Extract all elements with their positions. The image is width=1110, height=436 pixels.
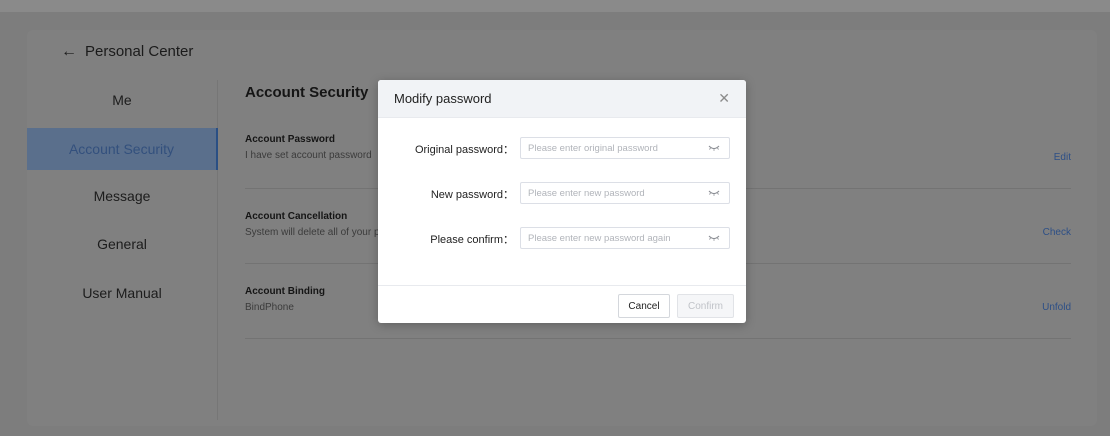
- field-label: New password：: [430, 189, 514, 201]
- field-label: Original password：: [414, 144, 514, 156]
- confirm-password-field: Please confirm：: [378, 227, 746, 249]
- dialog-title: Modify password: [394, 91, 492, 106]
- cancel-button[interactable]: Cancel: [618, 294, 670, 318]
- confirm-password-input-wrapper: [520, 227, 730, 249]
- dialog-footer: Cancel Confirm: [378, 285, 746, 323]
- eye-closed-icon[interactable]: [708, 188, 720, 198]
- field-label: Please confirm：: [430, 234, 514, 246]
- new-password-input[interactable]: [521, 183, 691, 204]
- original-password-input-wrapper: [520, 137, 730, 159]
- eye-closed-icon[interactable]: [708, 233, 720, 243]
- dialog-header: Modify password ✕: [378, 80, 746, 118]
- original-password-input[interactable]: [521, 138, 691, 159]
- new-password-field: New password：: [378, 182, 746, 204]
- modify-password-dialog: Modify password ✕ Original password： New…: [378, 80, 746, 323]
- confirm-password-input[interactable]: [521, 228, 691, 249]
- confirm-button[interactable]: Confirm: [677, 294, 734, 318]
- original-password-field: Original password：: [378, 137, 746, 159]
- close-icon[interactable]: ✕: [718, 90, 730, 107]
- eye-closed-icon[interactable]: [708, 143, 720, 153]
- new-password-input-wrapper: [520, 182, 730, 204]
